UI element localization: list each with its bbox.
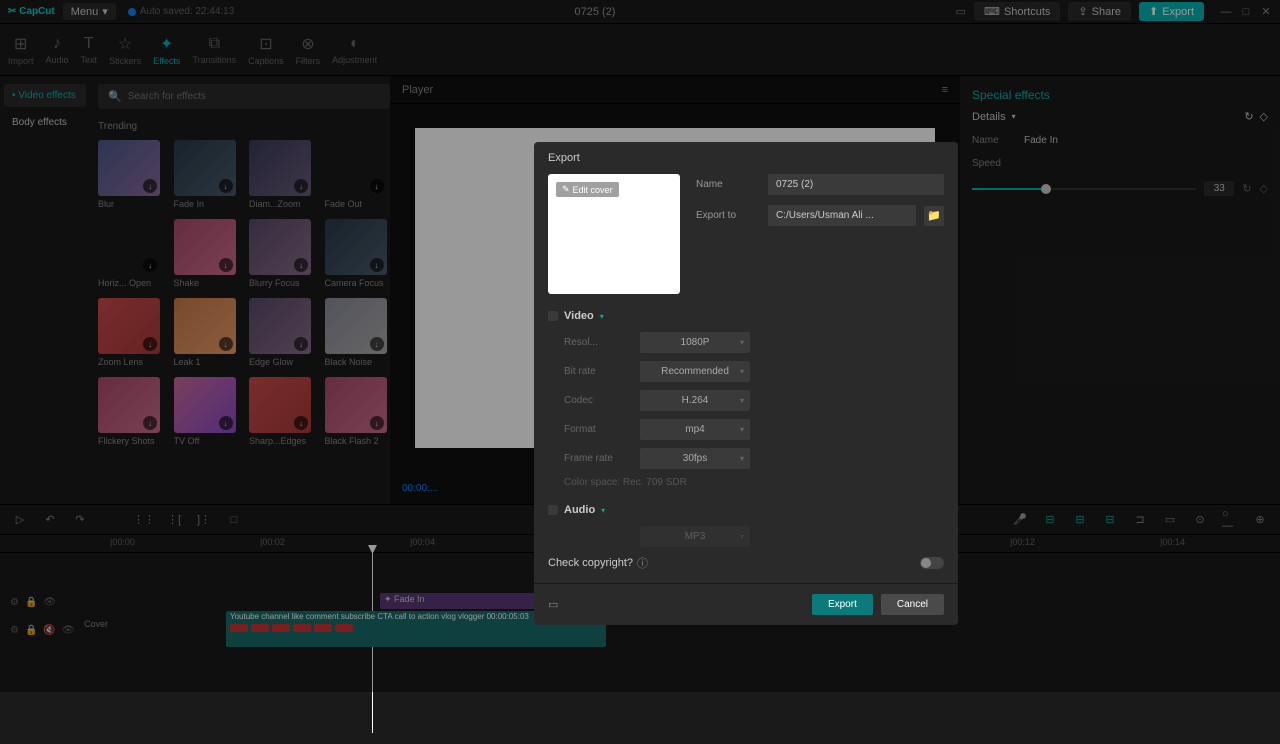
chevron-down-icon[interactable]: ▾ bbox=[600, 312, 604, 321]
export-to-input[interactable] bbox=[768, 205, 916, 226]
draft-icon[interactable]: ▭ bbox=[548, 598, 558, 611]
format-label: Format bbox=[564, 424, 640, 435]
folder-icon[interactable]: 📁 bbox=[924, 206, 944, 226]
copyright-toggle[interactable] bbox=[920, 557, 944, 569]
export-name-input[interactable] bbox=[768, 174, 944, 195]
resolution-dropdown[interactable]: 1080P bbox=[640, 332, 750, 353]
cover-preview: ✎ Edit cover bbox=[548, 174, 680, 294]
export-name-label: Name bbox=[696, 179, 760, 190]
framerate-label: Frame rate bbox=[564, 453, 640, 464]
export-confirm-button[interactable]: Export bbox=[812, 594, 873, 615]
video-checkbox[interactable] bbox=[548, 311, 558, 321]
pencil-icon: ✎ bbox=[562, 184, 570, 195]
audio-checkbox[interactable] bbox=[548, 505, 558, 515]
format-dropdown[interactable]: mp4 bbox=[640, 419, 750, 440]
audio-format-dropdown: MP3 bbox=[640, 526, 750, 547]
codec-label: Codec bbox=[564, 395, 640, 406]
framerate-dropdown[interactable]: 30fps bbox=[640, 448, 750, 469]
audio-section-label: Audio bbox=[564, 504, 595, 516]
export-to-label: Export to bbox=[696, 210, 760, 221]
edit-cover-label: Edit cover bbox=[573, 185, 613, 195]
info-icon[interactable]: ⓘ bbox=[637, 555, 648, 571]
export-modal: Export ✎ Edit cover Name Export to 📁 bbox=[534, 142, 958, 625]
check-copyright-label: Check copyright? bbox=[548, 557, 633, 569]
cancel-button[interactable]: Cancel bbox=[881, 594, 944, 615]
chevron-down-icon[interactable]: ▾ bbox=[601, 506, 605, 515]
color-space-label: Color space: Rec. 709 SDR bbox=[548, 477, 944, 488]
bitrate-label: Bit rate bbox=[564, 366, 640, 377]
edit-cover-button[interactable]: ✎ Edit cover bbox=[556, 182, 619, 197]
bitrate-dropdown[interactable]: Recommended bbox=[640, 361, 750, 382]
resolution-label: Resol... bbox=[564, 337, 640, 348]
modal-title: Export bbox=[534, 142, 958, 174]
codec-dropdown[interactable]: H.264 bbox=[640, 390, 750, 411]
video-section-label: Video bbox=[564, 310, 594, 322]
